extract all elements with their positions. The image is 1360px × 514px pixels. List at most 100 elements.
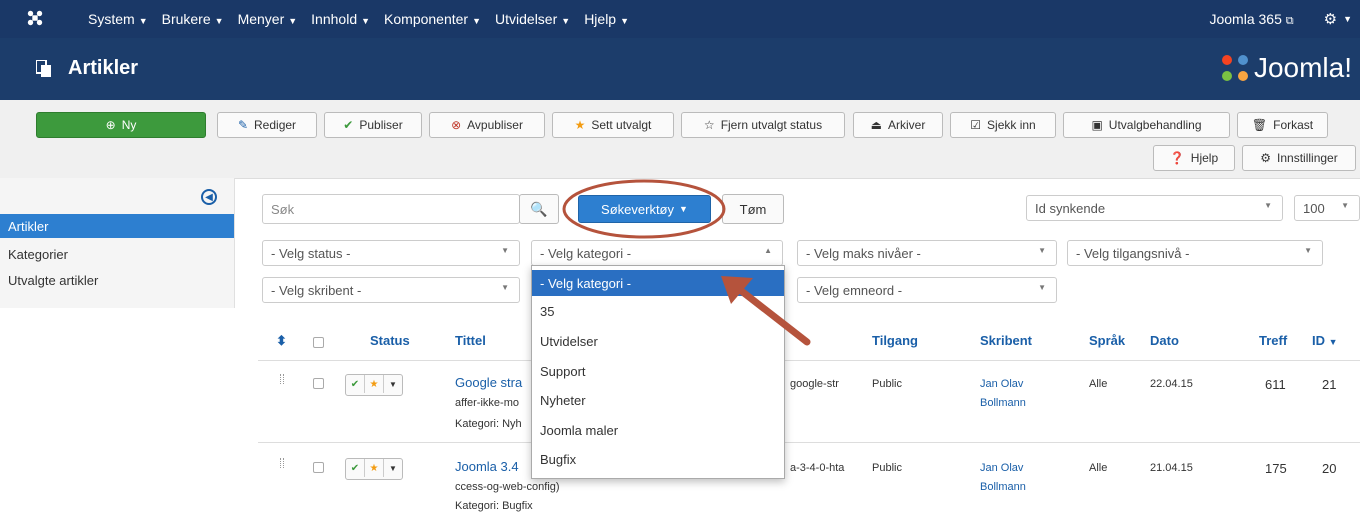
header-date[interactable]: Dato [1150,333,1179,348]
search-input[interactable]: Søk [262,194,520,224]
category-option[interactable]: Joomla maler [532,417,784,443]
row-checkbox[interactable] [313,462,324,473]
sidebar-item-categories[interactable]: Kategorier [8,247,68,262]
joomla-brand: Joomla! [1220,52,1352,84]
sidebar-item-featured[interactable]: Utvalgte artikler [8,273,98,288]
trash-button[interactable]: 🗑 Forkast [1237,112,1328,138]
menu-menus[interactable]: Menyer ▼ [238,11,298,27]
unfeature-button[interactable]: ☆ Fjern utvalgt status [681,112,845,138]
author-link[interactable]: Bollmann [980,481,1026,493]
author-filter[interactable]: - Velg skribent - ▼ [262,277,520,303]
edit-button[interactable]: ✎ Rediger [217,112,317,138]
publish-button[interactable]: ✔ Publiser [324,112,422,138]
header-status[interactable]: Status [370,333,410,348]
caret-down-icon: ▼ [1304,246,1312,255]
drag-handle-icon[interactable] [280,374,284,384]
limit-select[interactable]: 100 ▼ [1294,195,1360,221]
menu-content[interactable]: Innhold ▼ [311,11,370,27]
sidebar [0,178,235,308]
help-label: Hjelp [1190,151,1219,165]
header-language[interactable]: Språk [1089,333,1125,348]
help-button[interactable]: ❓ Hjelp [1153,145,1235,171]
menu-users[interactable]: Brukere ▼ [162,11,224,27]
caret-down-icon: ▼ [620,16,630,26]
author-link[interactable]: Jan Olav [980,378,1023,390]
header-access[interactable]: Tilgang [872,333,918,348]
published-check-icon[interactable]: ✔ [346,375,365,393]
featured-star-icon[interactable]: ★ [365,375,384,393]
status-filter[interactable]: - Velg status - ▼ [262,240,520,266]
tags-filter[interactable]: - Velg emneord - ▼ [797,277,1057,303]
menu-label: Komponenter [384,11,469,27]
menu-system[interactable]: System ▼ [88,11,148,27]
status-button-group[interactable]: ✔ ★ ▼ [345,458,403,480]
article-alias-end: google-str [790,378,839,390]
unfeature-label: Fjern utvalgt status [720,118,823,132]
checkin-button[interactable]: ☑ Sjekk inn [950,112,1056,138]
options-button[interactable]: ⚙ Innstillinger [1242,145,1356,171]
article-title-link[interactable]: Joomla 3.4 [455,459,519,474]
featured-star-icon[interactable]: ★ [365,459,384,477]
publish-label: Publiser [359,118,403,132]
row-divider [258,442,1360,443]
unpublish-button[interactable]: ⊗ Avpubliser [429,112,545,138]
edit-label: Rediger [254,118,297,132]
max-levels-value: - Velg maks nivåer - [806,245,921,261]
site-link-label: Joomla 365 [1209,10,1282,27]
menu-help[interactable]: Hjelp ▼ [584,11,629,27]
caret-down-icon[interactable]: ▼ [1343,14,1352,24]
batch-label: Utvalgbehandling [1108,118,1202,132]
site-link[interactable]: Joomla 365 ⧉ [1209,11,1293,28]
sort-icon[interactable]: ⬍ [276,333,287,349]
article-title-link[interactable]: Google stra [455,375,522,390]
menu-label: Hjelp [584,11,617,27]
archive-button[interactable]: ⏏ Arkiver [853,112,943,138]
caret-down-icon: ▼ [1038,283,1046,292]
new-button[interactable]: ⊕ Ny [36,112,206,138]
article-language: Alle [1089,462,1108,474]
category-option[interactable]: Nyheter [532,387,784,413]
gear-icon[interactable]: ⚙ [1324,10,1337,28]
caret-up-icon: ▲ [764,246,772,255]
category-filter[interactable]: - Velg kategori - ▲ [531,240,783,266]
max-levels-filter[interactable]: - Velg maks nivåer - ▼ [797,240,1057,266]
batch-button[interactable]: ▣ Utvalgbehandling [1063,112,1230,138]
category-option[interactable]: Support [532,358,784,384]
ordering-select[interactable]: Id synkende ▼ [1026,195,1283,221]
sidebar-toggle-icon[interactable]: ◀ [201,189,217,205]
menu-extensions[interactable]: Utvidelser ▼ [495,11,570,27]
caret-down-icon[interactable]: ▼ [384,375,402,393]
article-date: 21.04.15 [1150,462,1193,474]
clear-button[interactable]: Tøm [722,194,784,224]
search-button[interactable]: 🔍 [519,194,559,224]
header-author[interactable]: Skribent [980,333,1032,348]
caret-down-icon: ▼ [138,16,148,26]
search-placeholder: Søk [271,201,295,217]
gear-icon: ⚙ [1260,151,1272,165]
joomla-wordmark: Joomla! [1253,52,1352,83]
header-hits[interactable]: Treff [1259,333,1287,348]
menu-components[interactable]: Komponenter ▼ [384,11,481,27]
caret-down-icon: ▼ [1328,337,1338,347]
select-all-checkbox[interactable] [313,337,324,348]
menu-label: System [88,11,135,27]
row-checkbox[interactable] [313,378,324,389]
author-link[interactable]: Jan Olav [980,462,1023,474]
highlight-ring [562,179,726,239]
joomla-logo-icon [1221,55,1248,81]
joomla-icon[interactable] [26,9,44,27]
author-link[interactable]: Bollmann [980,397,1026,409]
caret-down-icon: ▼ [214,16,224,26]
feature-button[interactable]: ★ Sett utvalgt [552,112,674,138]
status-button-group[interactable]: ✔ ★ ▼ [345,374,403,396]
archive-label: Arkiver [888,118,926,132]
caret-down-icon[interactable]: ▼ [384,459,402,477]
header-title[interactable]: Tittel [455,333,486,348]
drag-handle-icon[interactable] [280,458,284,468]
category-option[interactable]: Bugfix [532,446,784,472]
caret-down-icon: ▼ [1264,201,1272,210]
sidebar-item-articles[interactable]: Artikler [8,219,48,234]
access-filter[interactable]: - Velg tilgangsnivå - ▼ [1067,240,1323,266]
published-check-icon[interactable]: ✔ [346,459,365,477]
header-id[interactable]: ID ▼ [1312,333,1338,348]
